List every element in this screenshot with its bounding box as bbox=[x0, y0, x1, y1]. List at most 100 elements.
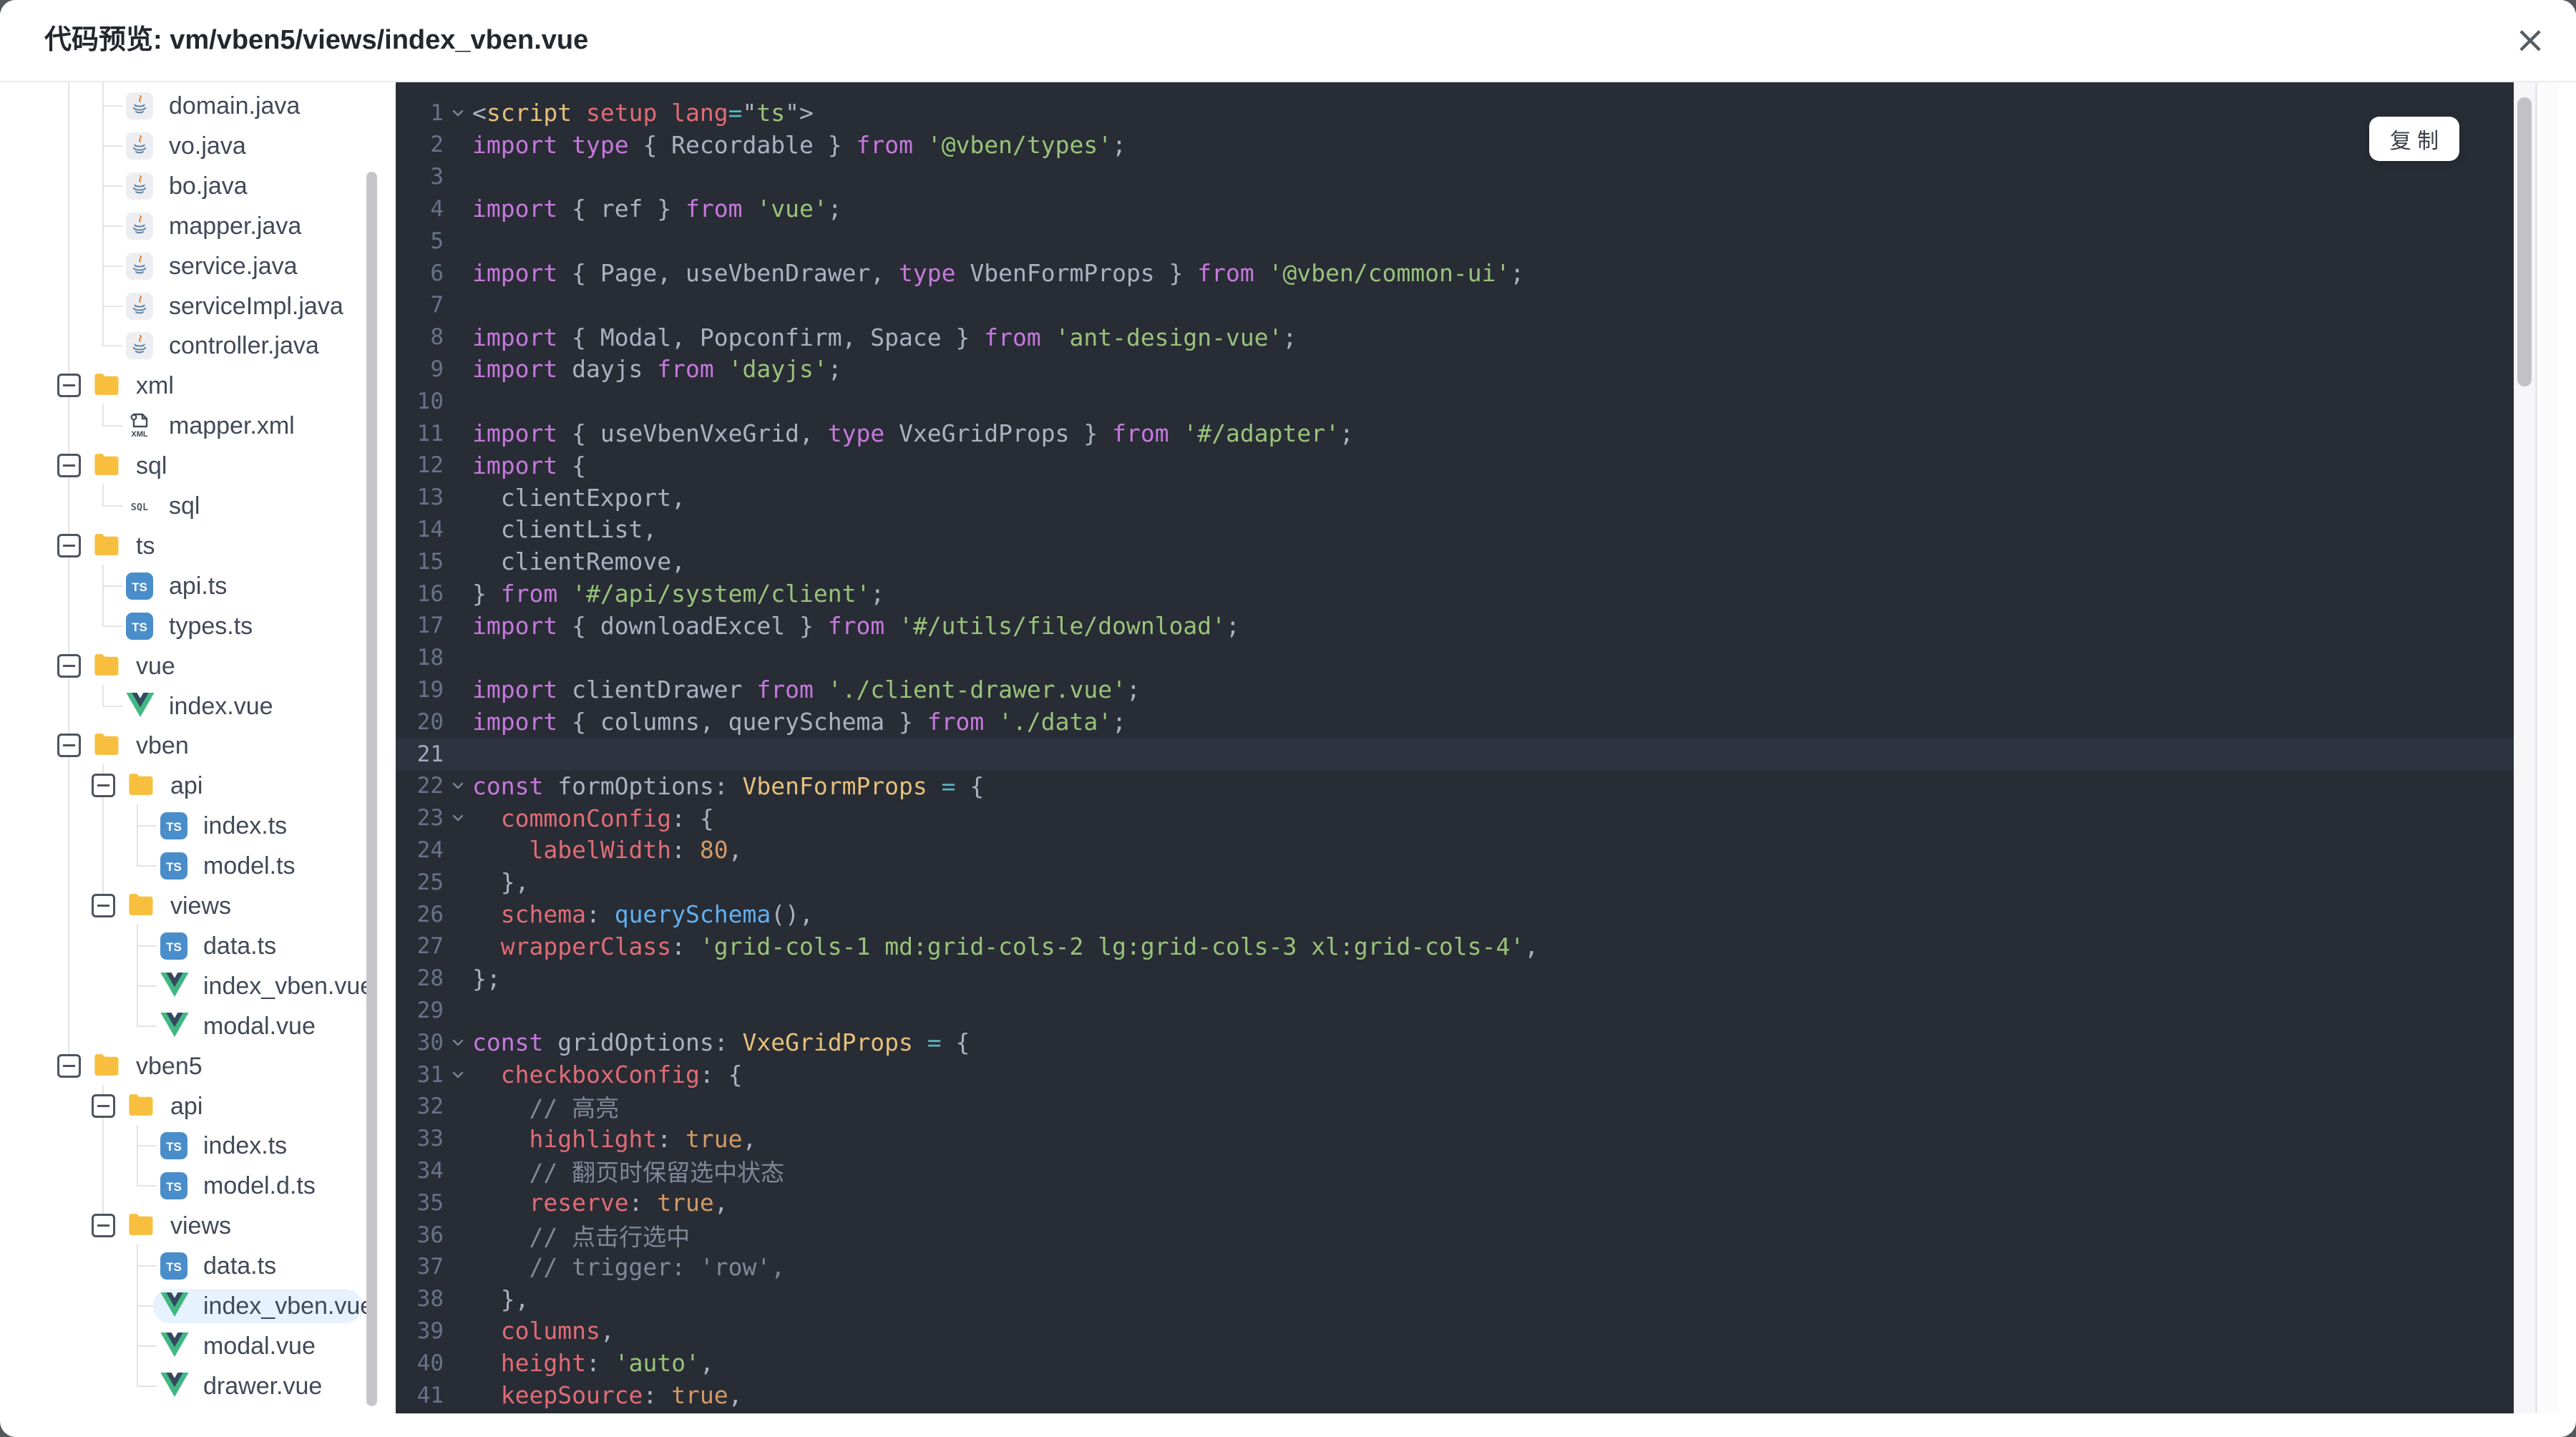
code-text: // 点击行选中 bbox=[529, 1222, 691, 1251]
code-preview-dialog: 代码预览: vm/vben5/views/index_vben.vue × do… bbox=[0, 0, 2576, 1437]
ts-file-icon: TS bbox=[160, 932, 187, 960]
tree-item-label: xml bbox=[136, 372, 174, 400]
folder-icon bbox=[127, 892, 155, 920]
tree-item-model-d-ts[interactable]: TS model.d.ts bbox=[0, 1166, 386, 1206]
fold-chevron-down-icon[interactable] bbox=[444, 104, 472, 122]
tree-item-views[interactable]: views bbox=[0, 1206, 386, 1246]
collapse-toggle-icon[interactable] bbox=[92, 1214, 115, 1238]
tree-item-api-ts[interactable]: TS api.ts bbox=[0, 566, 386, 606]
tree-item-drawer-vue[interactable]: drawer.vue bbox=[0, 1366, 386, 1406]
code-line: 20 import { columns, querySchema } from '… bbox=[396, 706, 2514, 738]
line-number: 21 bbox=[416, 741, 444, 767]
code-line: 38 }, bbox=[396, 1283, 2514, 1315]
vue-file-icon bbox=[160, 1332, 189, 1360]
code-line: 33 highlight: true, bbox=[396, 1123, 2514, 1155]
tree-item-index-ts[interactable]: TS index.ts bbox=[0, 806, 386, 846]
line-number: 39 bbox=[416, 1317, 444, 1344]
tree-item-vue[interactable]: vue bbox=[0, 646, 386, 686]
code-text: import { useVbenVxeGrid, type VxeGridPro… bbox=[472, 419, 1354, 447]
tree-item-index-ts[interactable]: TS index.ts bbox=[0, 1126, 386, 1166]
collapse-toggle-icon[interactable] bbox=[57, 454, 81, 478]
fold-chevron-down-icon[interactable] bbox=[444, 1034, 472, 1051]
tree-item-modal-vue[interactable]: modal.vue bbox=[0, 1326, 386, 1366]
tree-item-mapper-java[interactable]: mapper.java bbox=[0, 206, 386, 246]
java-file-icon bbox=[126, 212, 153, 240]
line-number: 2 bbox=[430, 132, 444, 158]
ts-file-icon: TS bbox=[160, 852, 187, 880]
line-number: 15 bbox=[416, 548, 444, 575]
code-text: // trigger: 'row', bbox=[529, 1252, 786, 1281]
code-text: schema: querySchema(), bbox=[500, 900, 814, 928]
line-number: 41 bbox=[416, 1382, 444, 1408]
collapse-toggle-icon[interactable] bbox=[92, 774, 115, 798]
code-text: import dayjs from 'dayjs'; bbox=[472, 355, 842, 384]
tree-item-label: index_vben.vue bbox=[203, 972, 374, 1000]
sidebar-scrollbar-thumb[interactable] bbox=[366, 172, 377, 1406]
code-line: 37 // trigger: 'row', bbox=[396, 1251, 2514, 1283]
java-file-icon bbox=[126, 132, 153, 160]
fold-chevron-down-icon[interactable] bbox=[444, 777, 472, 794]
collapse-toggle-icon[interactable] bbox=[92, 1093, 115, 1118]
tree-item-types-ts[interactable]: TS types.ts bbox=[0, 606, 386, 646]
code-line: 11 import { useVbenVxeGrid, type VxeGridP… bbox=[396, 417, 2514, 449]
tree-item-data-ts[interactable]: TS data.ts bbox=[0, 1246, 386, 1286]
tree-item-label: modal.vue bbox=[203, 1012, 316, 1040]
line-number: 20 bbox=[416, 708, 444, 735]
tree-item-vben5[interactable]: vben5 bbox=[0, 1046, 386, 1086]
tree-item-ts[interactable]: ts bbox=[0, 526, 386, 566]
line-number: 14 bbox=[416, 516, 444, 542]
java-file-icon bbox=[126, 292, 153, 320]
tree-item-vo-java[interactable]: vo.java bbox=[0, 126, 386, 166]
code-line: 22 const formOptions: VbenFormProps = { bbox=[396, 770, 2514, 802]
code-line: 24 labelWidth: 80, bbox=[396, 834, 2514, 866]
tree-item-bo-java[interactable]: bo.java bbox=[0, 166, 386, 206]
code-text: commonConfig: { bbox=[500, 804, 714, 832]
tree-item-label: ts bbox=[136, 532, 155, 560]
tree-item-xml[interactable]: xml bbox=[0, 366, 386, 406]
svg-text:TS: TS bbox=[166, 1260, 182, 1274]
tree-item-sql[interactable]: SQL sql bbox=[0, 486, 386, 526]
tree-item-sql[interactable]: sql bbox=[0, 446, 386, 486]
tree-item-controller-java[interactable]: controller.java bbox=[0, 326, 386, 366]
line-number: 30 bbox=[416, 1029, 444, 1056]
collapse-toggle-icon[interactable] bbox=[57, 374, 81, 398]
line-number: 12 bbox=[416, 452, 444, 479]
line-number: 25 bbox=[416, 869, 444, 895]
collapse-toggle-icon[interactable] bbox=[57, 653, 81, 678]
dialog-body: domain.java vo.java bo.java mapper.java serv… bbox=[0, 82, 2576, 1413]
tree-item-label: vben5 bbox=[136, 1052, 203, 1080]
line-number: 9 bbox=[430, 356, 444, 382]
tree-item-index-vue[interactable]: index.vue bbox=[0, 686, 386, 726]
code-text: <script setup lang="ts"> bbox=[472, 99, 814, 127]
line-number: 34 bbox=[416, 1157, 444, 1184]
tree-item-model-ts[interactable]: TS model.ts bbox=[0, 846, 386, 886]
fold-chevron-down-icon[interactable] bbox=[444, 809, 472, 827]
tree-item-views[interactable]: views bbox=[0, 886, 386, 926]
close-icon[interactable]: × bbox=[2503, 13, 2557, 67]
fold-chevron-down-icon[interactable] bbox=[444, 1066, 472, 1083]
tree-item-domain-java[interactable]: domain.java bbox=[0, 86, 386, 126]
tree-item-vben[interactable]: vben bbox=[0, 726, 386, 766]
tree-item-serviceimpl-java[interactable]: serviceImpl.java bbox=[0, 286, 386, 326]
tree-item-modal-vue[interactable]: modal.vue bbox=[0, 1006, 386, 1046]
tree-item-index-vben-vue[interactable]: index_vben.vue bbox=[0, 966, 386, 1006]
code-text: clientRemove, bbox=[472, 547, 686, 576]
code-editor[interactable]: 复 制 1 <script setup lang="ts"> 2 import typ… bbox=[396, 82, 2514, 1413]
collapse-toggle-icon[interactable] bbox=[57, 1053, 81, 1078]
tree-item-service-java[interactable]: service.java bbox=[0, 246, 386, 286]
editor-scrollbar-thumb[interactable] bbox=[2517, 97, 2532, 386]
editor-scrollbar-track[interactable] bbox=[2514, 82, 2535, 1413]
collapse-toggle-icon[interactable] bbox=[57, 734, 81, 758]
collapse-toggle-icon[interactable] bbox=[57, 533, 81, 557]
tree-item-data-ts[interactable]: TS data.ts bbox=[0, 926, 386, 966]
java-file-icon bbox=[126, 92, 153, 120]
code-line: 23 commonConfig: { bbox=[396, 802, 2514, 834]
tree-item-index-vben-vue[interactable]: index_vben.vue bbox=[0, 1286, 386, 1326]
tree-item-mapper-xml[interactable]: XML mapper.xml bbox=[0, 406, 386, 446]
collapse-toggle-icon[interactable] bbox=[92, 894, 115, 917]
tree-item-api[interactable]: api bbox=[0, 1086, 386, 1126]
tree-item-api[interactable]: api bbox=[0, 766, 386, 806]
line-number: 13 bbox=[416, 484, 444, 511]
code-line: 28}; bbox=[396, 963, 2514, 995]
code-text: height: 'auto', bbox=[500, 1349, 714, 1378]
